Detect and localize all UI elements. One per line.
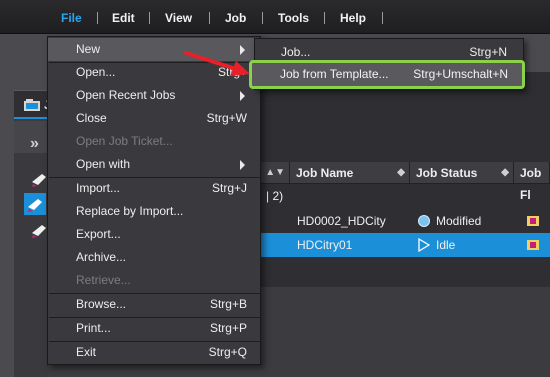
job-status: Modified [436, 214, 482, 228]
menu-item-import[interactable]: Import... Strg+J [48, 177, 260, 200]
job-flag-icon [527, 240, 539, 250]
circle-icon [418, 215, 430, 227]
menu-item-label: Replace by Import... [76, 204, 184, 218]
column-header-label: Job Status [416, 166, 478, 180]
menu-edit[interactable]: Edit [112, 10, 135, 26]
column-header-job-status[interactable]: Job Status ◆ [410, 162, 514, 184]
menu-item-label: Open with [76, 157, 131, 171]
menu-view[interactable]: View [165, 10, 192, 26]
menu-separator [382, 12, 383, 24]
expand-panel-icon[interactable]: » [30, 135, 39, 153]
menu-item-shortcut: Strg+B [209, 297, 247, 311]
table-row[interactable]: HD0002_HDCity Modified [260, 209, 550, 233]
menu-item-export[interactable]: Export... [48, 223, 260, 246]
menu-item-label: Retrieve... [76, 273, 131, 287]
job-icon [28, 199, 42, 212]
menu-item-label: Exit [76, 345, 97, 359]
menu-item-label: Open... [76, 65, 116, 79]
table-row-selected[interactable]: HDCitry01 Idle [260, 233, 550, 257]
job-flag-icon [527, 216, 539, 226]
menu-item-open-job-ticket[interactable]: Open Job Ticket... [48, 130, 260, 153]
menu-separator [149, 12, 150, 24]
menu-item-label: Browse... [76, 297, 127, 311]
menu-item-archive[interactable]: Archive... [48, 246, 260, 269]
column-header-job-flag[interactable]: Job Fl [514, 162, 550, 202]
menu-item-exit[interactable]: Exit Strg+Q [48, 341, 260, 364]
menu-item-close[interactable]: Close Strg+W [48, 107, 260, 130]
sort-icon: ◆ [397, 167, 405, 178]
menubar: File Edit View Job Tools Help [0, 0, 550, 34]
menu-item-open-recent-jobs[interactable]: Open Recent Jobs [48, 84, 260, 107]
submenu-arrow-icon [240, 160, 245, 170]
menu-separator [209, 12, 210, 24]
menu-item-shortcut: Strg+J [211, 181, 247, 195]
sort-icon: ◆ [501, 167, 509, 178]
menu-file[interactable]: File [61, 10, 82, 26]
job-status: Idle [436, 238, 456, 252]
menu-item-replace-by-import[interactable]: Replace by Import... [48, 200, 260, 223]
menu-item-open-with[interactable]: Open with [48, 153, 260, 176]
menu-separator [97, 12, 98, 24]
file-menu: New Open... Strg+ Open Recent Jobs Close… [47, 36, 261, 365]
menu-tools[interactable]: Tools [278, 10, 309, 26]
menu-item-print[interactable]: Print... Strg+P [48, 317, 260, 340]
folder-icon [24, 99, 40, 111]
menu-item-label: Archive... [76, 250, 127, 264]
submenu-item-label: Job from Template... [280, 67, 389, 81]
job-icon-selected[interactable] [24, 193, 46, 215]
menu-separator [324, 12, 325, 24]
menu-item-shortcut: Strg+Q [208, 345, 247, 359]
sort-icon: ▲▼ [265, 167, 285, 178]
column-header-label: Job Name [296, 166, 354, 180]
menu-item-retrieve[interactable]: Retrieve... [48, 269, 260, 292]
menu-item-label: Import... [76, 181, 121, 195]
column-header-job-name[interactable]: Job Name ◆ [290, 162, 410, 184]
job-name: HDCitry01 [297, 238, 353, 252]
menu-item-label: Close [76, 111, 107, 125]
menu-item-label: Export... [76, 227, 121, 241]
menu-item-browse[interactable]: Browse... Strg+B [48, 293, 260, 316]
menu-item-shortcut: Strg+W [206, 111, 247, 125]
menu-item-label: New [76, 42, 101, 56]
group-label: | 2) [266, 189, 284, 203]
submenu-item-shortcut: Strg+Umschalt+N [413, 67, 508, 81]
menu-separator [262, 12, 263, 24]
callout-arrow-icon [184, 51, 250, 76]
menu-item-label: Print... [76, 321, 111, 335]
submenu-item-job-from-template[interactable]: Job from Template... Strg+Umschalt+N [249, 60, 525, 89]
menu-help[interactable]: Help [340, 10, 366, 26]
menu-item-shortcut: Strg+P [209, 321, 247, 335]
menu-job[interactable]: Job [225, 10, 246, 26]
menu-item-label: Open Job Ticket... [76, 134, 173, 148]
play-icon [418, 238, 430, 252]
table-group-row[interactable]: | 2) [260, 185, 550, 207]
job-name: HD0002_HDCity [297, 214, 386, 228]
menu-item-label: Open Recent Jobs [76, 88, 176, 102]
column-header[interactable]: ▲▼ [260, 162, 290, 184]
submenu-arrow-icon [240, 91, 245, 101]
